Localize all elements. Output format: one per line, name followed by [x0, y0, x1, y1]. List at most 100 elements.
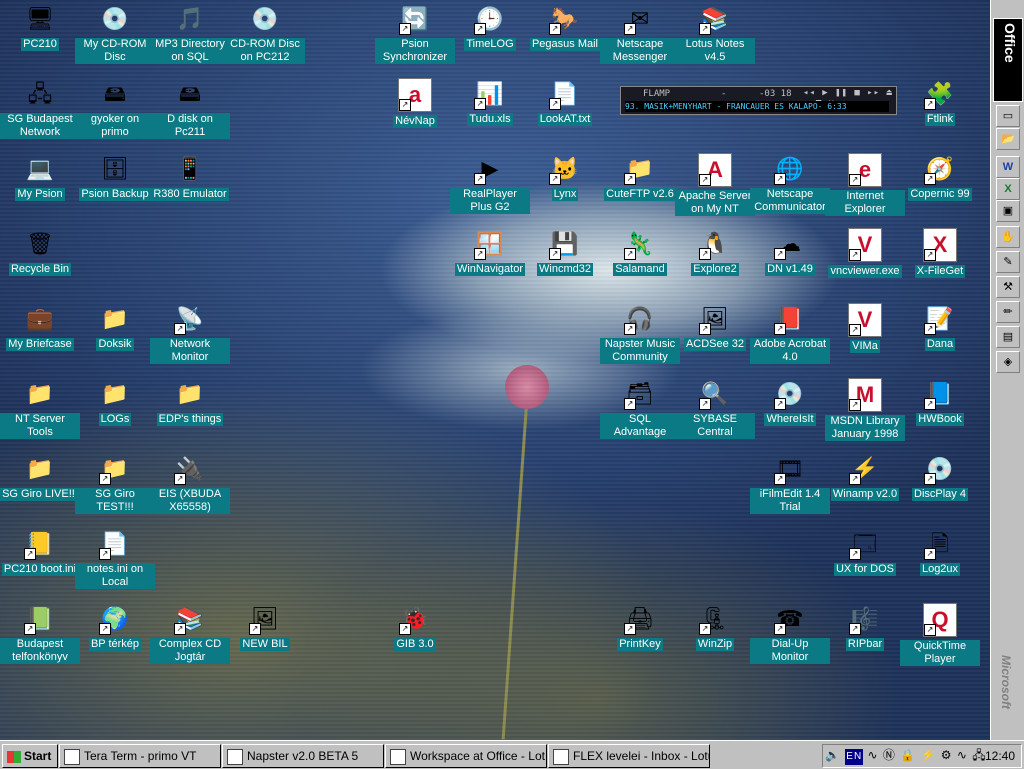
desktop-icon[interactable]: 🗜 ↗ WinZip [675, 603, 755, 651]
desktop-icon[interactable]: 🐱 ↗ Lynx [525, 153, 605, 201]
desktop-icon[interactable]: 🐧 ↗ Explore2 [675, 228, 755, 276]
desktop-icon[interactable]: 🎼 ↗ RIPbar [825, 603, 905, 651]
desktop-icon[interactable]: 📄 ↗ LookAT.txt [525, 78, 605, 126]
office-logo[interactable]: Office [993, 18, 1023, 102]
flamp-player[interactable]: FLAMP - -03 18 ◂◂ ▶ ❚❚ ■ ▸▸ ⏏ ─ ■ ✕ 93. … [620, 86, 897, 115]
desktop-icon[interactable]: 📄 ↗ notes.ini on Local [75, 528, 155, 589]
desktop-icon[interactable]: V ↗ VIMa [825, 303, 905, 353]
desktop-icon[interactable]: 🖼 ↗ NEW BIL [225, 603, 305, 651]
desktop-icon[interactable]: 📗 ↗ Budapest telfonkönyv [0, 603, 80, 664]
desktop-icon[interactable]: 🖨 ↗ PrintKey [600, 603, 680, 651]
office-tool-button[interactable]: ⚒ [996, 276, 1020, 298]
desktop-icon[interactable]: 📱 R380 Emulator [150, 153, 230, 201]
desktop-icon[interactable]: 🦎 ↗ Salamand [600, 228, 680, 276]
desktop-icon[interactable]: 💿 ↗ DiscPlay 4 [900, 453, 980, 501]
taskbar-button[interactable]: FLEX levelei - Inbox - Lotu... [548, 744, 710, 768]
desktop-icon[interactable]: 📝 ↗ Dana [900, 303, 980, 351]
desktop-icon[interactable]: 📁 EDP's things [150, 378, 230, 426]
desktop-icon[interactable]: 📁 SG Giro LIVE!!! [0, 453, 80, 501]
office-new-doc-button[interactable]: ▭ [996, 105, 1020, 127]
start-button[interactable]: Start [2, 744, 58, 768]
office-list-button[interactable]: ▤ [996, 326, 1020, 348]
shortcut-arrow-icon: ↗ [924, 173, 936, 185]
office-globe-button[interactable]: ◈ [996, 351, 1020, 373]
desktop-icon[interactable]: 📕 ↗ Adobe Acrobat 4.0 [750, 303, 830, 364]
desktop-icon[interactable]: 🧭 ↗ Copernic 99 [900, 153, 980, 201]
desktop-icon[interactable]: ☁ ↗ DN v1.49 [750, 228, 830, 276]
office-open-button[interactable]: 📂 [996, 128, 1020, 150]
desktop-icon[interactable]: ✉ ↗ Netscape Messenger [600, 3, 680, 64]
desktop-icon[interactable]: Q ↗ QuickTime Player [900, 603, 980, 666]
language-indicator[interactable]: EN [845, 749, 864, 765]
desktop-icon[interactable]: 📚 ↗ Lotus Notes v4.5 [675, 3, 755, 64]
desktop-icon[interactable]: 🖧 SG Budapest Network [0, 78, 80, 139]
taskbar-button[interactable]: Workspace at Office - Lot... [385, 744, 547, 768]
desktop-icon[interactable]: 🖴 gyoker on primo [75, 78, 155, 139]
desktop-icon[interactable]: 🌍 ↗ BP térkép [75, 603, 155, 651]
clock[interactable]: 12:40 [985, 745, 1015, 767]
office-word-button[interactable]: W [996, 156, 1020, 178]
desktop-icon[interactable]: 💾 ↗ Wincmd32 [525, 228, 605, 276]
desktop-icon[interactable]: 🗄 Psion Backup [75, 153, 155, 201]
shortcut-arrow-icon: ↗ [774, 473, 786, 485]
desktop-icon[interactable]: 📒 ↗ PC210 boot.ini [0, 528, 80, 576]
desktop-icon[interactable]: 💿 My CD-ROM Disc [75, 3, 155, 64]
desktop-icon[interactable]: X ↗ X-FileGet [900, 228, 980, 278]
shortcut-arrow-icon: ↗ [549, 98, 561, 110]
desktop-icon[interactable]: 💻 My Psion [0, 153, 80, 201]
office-hand-button[interactable]: ✋ [996, 226, 1020, 248]
taskbar-button[interactable]: Napster v2.0 BETA 5 [222, 744, 384, 768]
napster-icon [227, 748, 243, 765]
desktop-icon[interactable]: 📡 ↗ Network Monitor [150, 303, 230, 364]
desktop-icon[interactable]: 🧩 ↗ Ftlink [900, 78, 980, 126]
desktop-icon[interactable]: 📁 LOGs [75, 378, 155, 426]
folder-icon: 📁 [24, 378, 56, 410]
desktop-icon[interactable]: 📁 Doksik [75, 303, 155, 351]
desktop-icon[interactable]: a ↗ NévNap [375, 78, 455, 128]
desktop-icon[interactable]: 📁 ↗ CuteFTP v2.6 [600, 153, 680, 201]
desktop-icon[interactable]: 📁 ↗ SG Giro TEST!!! [75, 453, 155, 514]
desktop-icon[interactable]: 📘 ↗ HWBook [900, 378, 980, 426]
desktop-icon[interactable]: 📊 ↗ Tudu.xls [450, 78, 530, 126]
desktop-icon[interactable]: V ↗ vncviewer.exe [825, 228, 905, 278]
desktop-icon[interactable]: 🗎 ↗ Log2ux [900, 528, 980, 576]
desktop-icon[interactable]: 🔌 ↗ EIS (XBUDA X65558) [150, 453, 230, 514]
desktop-icon[interactable]: 📚 ↗ Complex CD Jogtár [150, 603, 230, 664]
desktop-icon[interactable]: 🖼 ↗ ACDSee 32 [675, 303, 755, 351]
desktop-icon[interactable]: 🗔 ↗ UX for DOS [825, 528, 905, 576]
desktop-icon[interactable]: 🗃 ↗ SQL Advantage [600, 378, 680, 439]
desktop-icon[interactable]: 💼 My Briefcase [0, 303, 80, 351]
desktop-icon[interactable]: 🖥 PC210 [0, 3, 80, 51]
desktop-icon-label: Doksik [96, 338, 134, 351]
icon-glyph: 📱 [176, 156, 204, 181]
desktop-icon[interactable]: M ↗ MSDN Library January 1998 [825, 378, 905, 441]
taskbar-button[interactable]: Tera Term - primo VT [59, 744, 221, 768]
desktop-icon[interactable]: 🔍 ↗ SYBASE Central [675, 378, 755, 439]
shortcut-arrow-icon: ↗ [849, 623, 861, 635]
desktop-icon[interactable]: 🔄 ↗ Psion Synchronizer [375, 3, 455, 64]
desktop-icon[interactable]: 💿 ↗ WhereIsIt [750, 378, 830, 426]
tray-icons[interactable]: 🔈 EN ∿ Ⓝ 🔒 ⚡ ⚙ ∿ 🖧 [825, 747, 987, 765]
desktop-icon[interactable]: 🖴 D disk on Pc211 [150, 78, 230, 139]
desktop-icon[interactable]: 🪟 ↗ WinNavigator [450, 228, 530, 276]
desktop-icon[interactable]: ⚡ ↗ Winamp v2.0 [825, 453, 905, 501]
desktop-icon[interactable]: 📁 NT Server Tools [0, 378, 80, 439]
office-pencil-button[interactable]: ✏ [996, 301, 1020, 323]
desktop-icon[interactable]: 🎞 ↗ iFilmEdit 1.4 Trial [750, 453, 830, 514]
wincmd-icon: 💾 ↗ [549, 228, 581, 260]
desktop-icon[interactable]: ☎ ↗ Dial-Up Monitor [750, 603, 830, 664]
desktop-icon[interactable]: e ↗ Internet Explorer [825, 153, 905, 216]
desktop-icon[interactable]: A ↗ Apache Server on My NT [675, 153, 755, 216]
desktop-icon[interactable]: 🌐 ↗ Netscape Communicator [750, 153, 830, 214]
office-edit-button[interactable]: ✎ [996, 251, 1020, 273]
desktop-icon[interactable]: 🎧 ↗ Napster Music Community [600, 303, 680, 364]
desktop-icon[interactable]: ▶ ↗ RealPlayer Plus G2 [450, 153, 530, 214]
desktop-icon[interactable]: 🎵 MP3 Directory on SQL [150, 3, 230, 64]
desktop-icon[interactable]: 🗑 Recycle Bin [0, 228, 80, 276]
desktop-icon[interactable]: 🐞 ↗ GIB 3.0 [375, 603, 455, 651]
desktop-icon[interactable]: 🕒 ↗ TimeLOG [450, 3, 530, 51]
desktop-icon[interactable]: 🐎 ↗ Pegasus Mail [525, 3, 605, 51]
office-excel-button[interactable]: X [996, 178, 1020, 200]
office-window-button[interactable]: ▣ [996, 200, 1020, 222]
desktop-icon[interactable]: 💿 CD-ROM Disc on PC212 [225, 3, 305, 64]
